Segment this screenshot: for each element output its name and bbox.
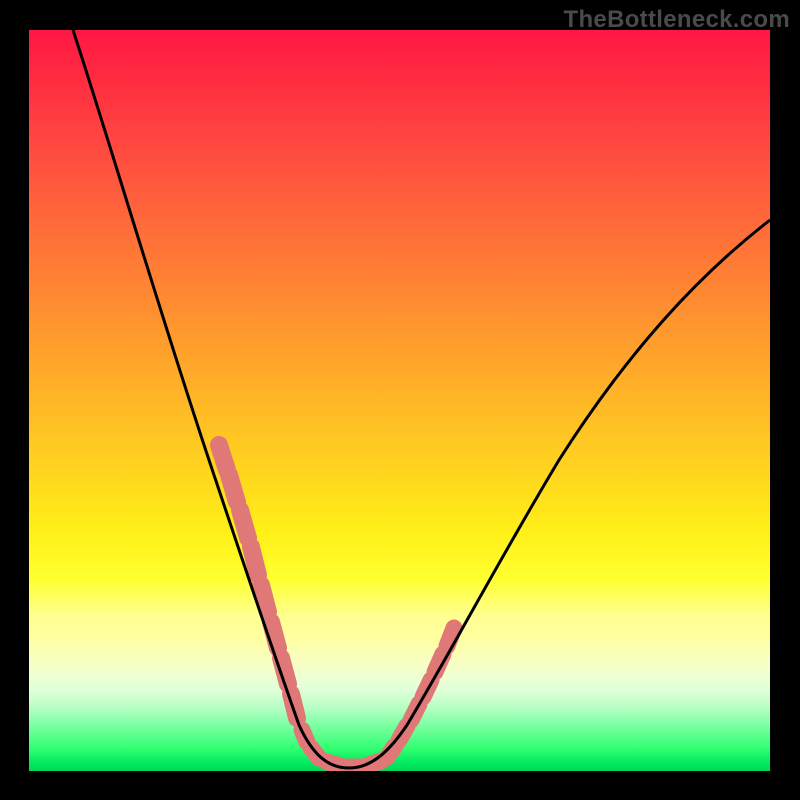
bottleneck-curve: [29, 30, 770, 771]
plot-area: [29, 30, 770, 771]
chart-container: TheBottleneck.com: [0, 0, 800, 800]
main-curve-path: [73, 30, 770, 768]
highlight-segment-left: [219, 445, 297, 718]
